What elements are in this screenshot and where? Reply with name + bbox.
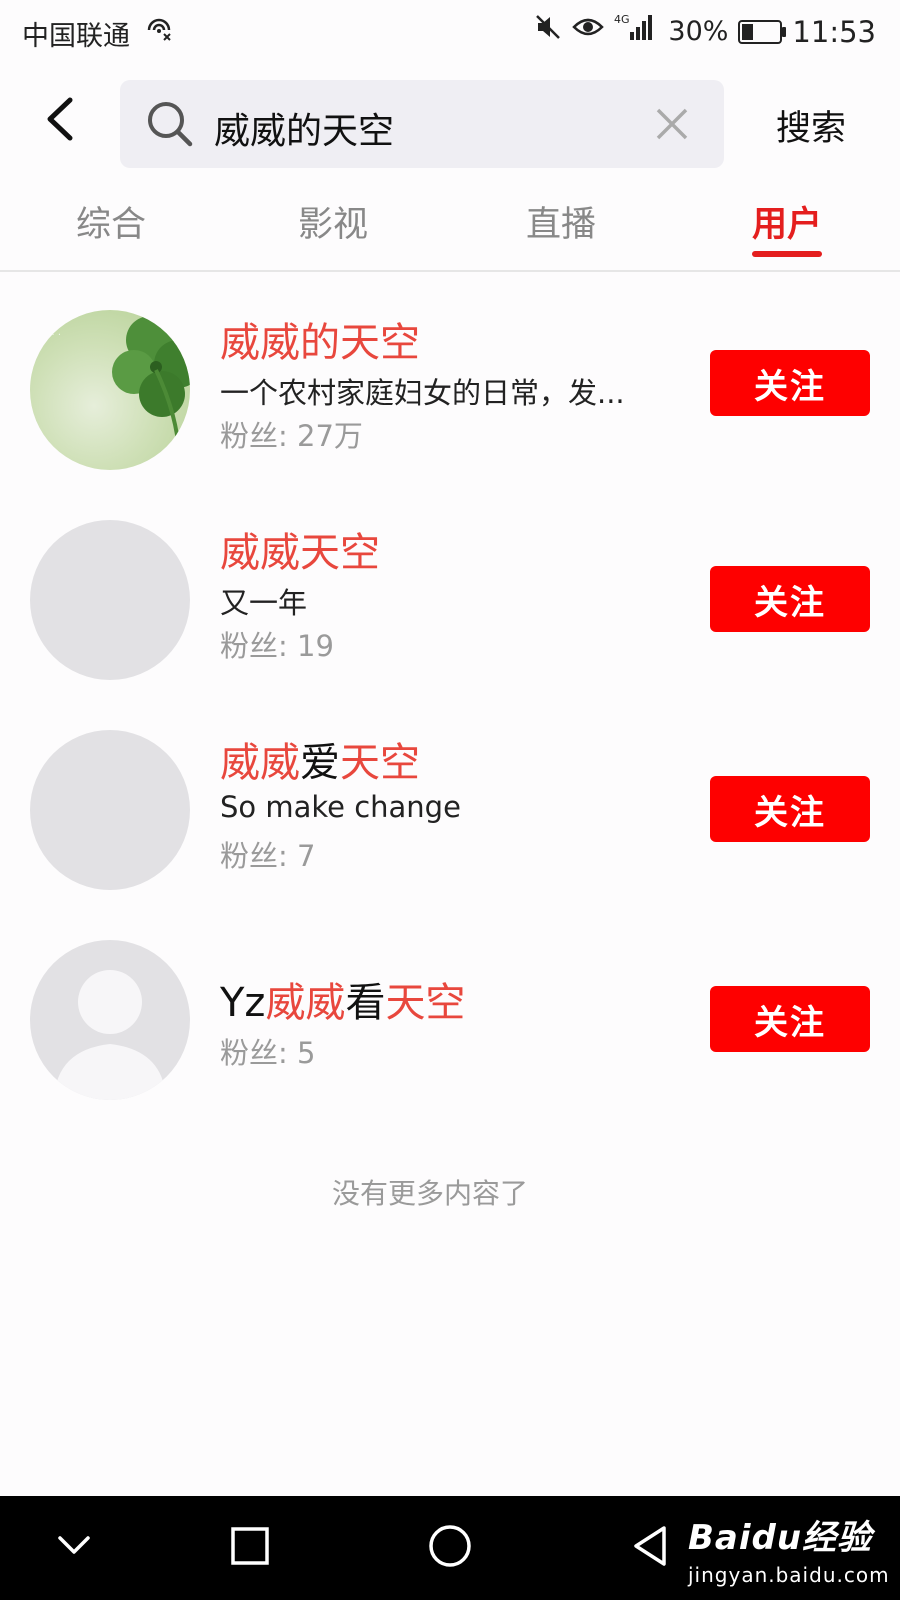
name-fragment: 爱	[300, 740, 340, 786]
recents-button[interactable]	[230, 1526, 270, 1570]
watermark-brand: Baidu经验	[688, 1518, 873, 1558]
home-button[interactable]	[428, 1524, 472, 1572]
back-nav-button[interactable]	[630, 1524, 670, 1572]
name-fragment: 威威	[220, 740, 300, 786]
carrier-name: 中国联通	[22, 21, 130, 52]
eye-icon	[572, 13, 605, 50]
status-bar: 中国联通 4G 30% 11:53	[0, 0, 900, 62]
svg-text:4G: 4G	[614, 13, 630, 26]
user-row[interactable]: Yz威威看天空 粉丝: 5 关注	[0, 930, 900, 1110]
screen: 中国联通 4G 30% 11:53 威威的天空 搜索 综合 影视 直播 用户 ~…	[0, 0, 900, 1600]
user-row[interactable]: 威威天空 又一年 粉丝: 19 关注	[0, 510, 900, 690]
circle-icon	[429, 1525, 471, 1567]
clock: 11:53	[792, 14, 876, 49]
tab-video[interactable]: 影视	[298, 196, 368, 247]
user-description: 一个农村家庭妇女的日常，发...	[220, 376, 625, 410]
name-fragment: 威威	[265, 980, 346, 1026]
avatar[interactable]	[30, 940, 190, 1100]
avatar[interactable]: ~ · ·	[30, 310, 190, 470]
chevron-left-icon	[47, 97, 73, 141]
search-button[interactable]: 搜索	[776, 100, 846, 151]
name-fragment: 天空	[340, 740, 420, 786]
back-button[interactable]	[42, 96, 92, 152]
tab-divider	[0, 270, 900, 272]
signal-icon: 4G	[614, 12, 658, 51]
user-name: Yz威威看天空	[220, 970, 465, 1028]
clover-icon: ~ · ·	[40, 316, 190, 470]
name-fragment: 看	[345, 980, 386, 1026]
user-name: 威威爱天空	[220, 730, 420, 788]
active-tab-indicator	[752, 251, 822, 257]
triangle-back-icon	[634, 1526, 666, 1566]
name-fragment: Yz	[220, 980, 266, 1026]
status-icons: 4G 30% 11:53	[534, 12, 876, 51]
end-of-list-text: 没有更多内容了	[331, 1177, 528, 1210]
battery-icon	[738, 19, 787, 44]
clear-icon[interactable]	[654, 106, 690, 146]
follow-button[interactable]: 关注	[710, 986, 870, 1052]
baidu-watermark: Baidu经验 jingyan.baidu.com	[688, 1510, 890, 1587]
system-nav-bar: Baidu经验 jingyan.baidu.com	[0, 1496, 900, 1600]
fan-count: 粉丝: 19	[220, 629, 334, 663]
search-bar[interactable]: 威威的天空	[120, 80, 724, 168]
default-person-icon	[54, 970, 166, 1100]
tab-comprehensive[interactable]: 综合	[76, 196, 146, 247]
chevron-down-icon[interactable]	[56, 1534, 92, 1562]
search-icon	[146, 100, 194, 152]
hotspot-icon	[145, 14, 173, 48]
name-fragment: 威威的天空	[220, 320, 420, 366]
watermark-url: jingyan.baidu.com	[688, 1563, 890, 1587]
fan-count: 粉丝: 27万	[220, 419, 363, 453]
name-fragment: 威威天空	[220, 530, 380, 576]
name-fragment: 天空	[385, 980, 466, 1026]
svg-text:~ · ·: ~ · ·	[40, 330, 61, 341]
avatar[interactable]	[30, 730, 190, 890]
user-description: So make change	[220, 790, 461, 824]
follow-button[interactable]: 关注	[710, 350, 870, 416]
user-description: 又一年	[220, 586, 308, 620]
square-icon	[231, 1527, 269, 1565]
follow-button[interactable]: 关注	[710, 776, 870, 842]
mute-icon	[534, 13, 562, 50]
user-row[interactable]: 威威爱天空 So make change 粉丝: 7 关注	[0, 720, 900, 900]
user-row[interactable]: ~ · · 威威的天空 一个农村家庭妇女的日常，发... 粉丝: 27万 关注	[0, 300, 900, 480]
battery-percent: 30%	[668, 16, 729, 47]
fan-count: 粉丝: 7	[220, 839, 316, 873]
battery-level	[742, 23, 754, 40]
follow-button[interactable]: 关注	[710, 566, 870, 632]
search-input[interactable]: 威威的天空	[214, 102, 394, 154]
avatar[interactable]	[30, 520, 190, 680]
tab-live[interactable]: 直播	[526, 196, 596, 247]
user-name: 威威的天空	[220, 310, 420, 368]
fan-count: 粉丝: 5	[220, 1036, 316, 1070]
user-name: 威威天空	[220, 520, 380, 578]
tab-bar: 综合 影视 直播 用户	[0, 190, 900, 272]
tab-users[interactable]: 用户	[752, 196, 822, 247]
